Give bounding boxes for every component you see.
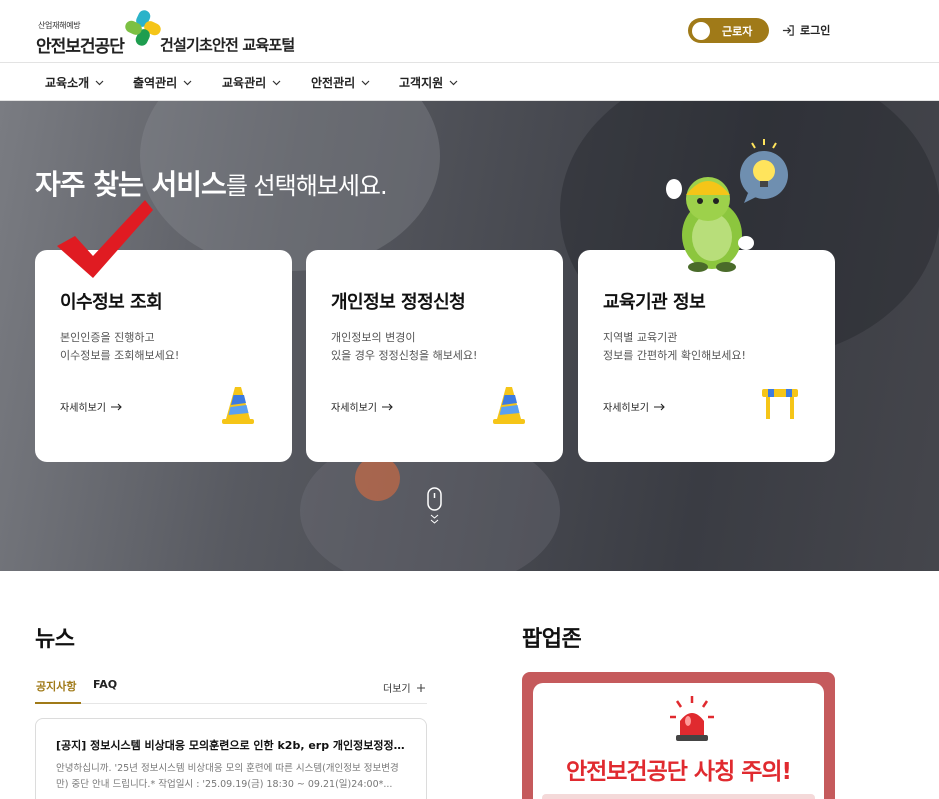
chevron-down-icon bbox=[361, 80, 370, 85]
siren-icon bbox=[670, 696, 714, 741]
toggle-knob bbox=[692, 21, 710, 40]
card-title: 교육기관 정보 bbox=[603, 292, 706, 313]
news-more-link[interactable]: 더보기 bbox=[383, 680, 426, 695]
tab-notice[interactable]: 공지사항 bbox=[36, 678, 76, 694]
card-more-link[interactable]: 자세히보기 bbox=[331, 399, 393, 414]
hero-title: 자주 찾는 서비스를 선택해보세요. bbox=[35, 163, 388, 203]
chevron-down-icon bbox=[272, 80, 281, 85]
notice-body: 안녕하십니까. '25년 정보시스템 비상대응 모의 훈련에 따른 시스템(개인… bbox=[56, 763, 399, 790]
login-label: 로그인 bbox=[800, 24, 831, 37]
hero-background-spark bbox=[355, 456, 400, 501]
logo-org-name: 안전보건공단 bbox=[36, 37, 125, 57]
popup-banner-content: 안전보건공단 사칭 주의! bbox=[533, 683, 824, 799]
card-more-label: 자세히보기 bbox=[331, 403, 377, 414]
chevron-down-icon bbox=[183, 80, 192, 85]
turtle-mascot-icon bbox=[666, 139, 788, 272]
card-more-label: 자세히보기 bbox=[603, 403, 649, 414]
nav-item-label: 안전관리 bbox=[311, 76, 356, 90]
card-description-line: 있을 경우 정정신청을 해보세요! bbox=[331, 349, 478, 362]
card-title: 이수정보 조회 bbox=[60, 292, 163, 313]
card-description-line: 지역별 교육기관 bbox=[603, 331, 678, 344]
news-more-label: 더보기 bbox=[383, 684, 411, 695]
nav-item-label: 출역관리 bbox=[133, 76, 178, 90]
plus-icon bbox=[416, 683, 425, 692]
site-header: 산업재해예방 안전보건공단 건설기초안전 교육포털 근로자 로그인 bbox=[0, 0, 939, 62]
arrow-right-icon bbox=[382, 403, 393, 410]
card-description: 본인인증을 진행하고 이수정보를 조회해보세요! bbox=[60, 329, 179, 365]
nav-item-safety[interactable]: 안전관리 bbox=[311, 74, 370, 91]
worker-mode-toggle[interactable]: 근로자 bbox=[688, 18, 769, 43]
notice-title: [공지] 정보시스템 비상대응 모의훈련으로 인한 k2b, erp 개인정보정… bbox=[56, 739, 406, 752]
notice-item[interactable]: [공지] 정보시스템 비상대응 모의훈련으로 인한 k2b, erp 개인정보정… bbox=[35, 718, 427, 799]
chevron-down-icon bbox=[95, 80, 104, 85]
worker-toggle-label: 근로자 bbox=[722, 25, 753, 38]
main-navigation: 교육소개 출역관리 교육관리 안전관리 고객지원 bbox=[0, 62, 939, 101]
card-description-line: 개인정보의 변경이 bbox=[331, 331, 416, 344]
popup-zone-title: 팝업존 bbox=[522, 627, 582, 652]
nav-item-support[interactable]: 고객지원 bbox=[399, 74, 458, 91]
popup-headline: 안전보건공단 사칭 주의! bbox=[565, 759, 792, 785]
popup-decor-strip bbox=[542, 794, 815, 799]
nav-item-attendance[interactable]: 출역관리 bbox=[133, 74, 192, 91]
card-description-line: 정보를 간편하게 확인해보세요! bbox=[603, 349, 746, 362]
card-more-link[interactable]: 자세히보기 bbox=[60, 399, 122, 414]
nav-item-edu-manage[interactable]: 교육관리 bbox=[222, 74, 281, 91]
logo-tagline: 산업재해예방 bbox=[38, 21, 81, 30]
login-link[interactable]: 로그인 bbox=[782, 22, 830, 38]
hero-title-rest: 를 선택해보세요. bbox=[225, 172, 388, 200]
hero-title-bold: 자주 찾는 서비스 bbox=[35, 168, 227, 201]
nav-item-label: 고객지원 bbox=[399, 76, 444, 90]
news-tab-divider bbox=[35, 703, 427, 704]
nav-item-label: 교육소개 bbox=[45, 76, 90, 90]
card-title: 개인정보 정정신청 bbox=[331, 292, 466, 313]
card-description: 개인정보의 변경이 있을 경우 정정신청을 해보세요! bbox=[331, 329, 477, 365]
kosha-cross-logo-icon bbox=[125, 10, 161, 46]
chevron-down-icon bbox=[449, 80, 458, 85]
hero-section: 자주 찾는 서비스를 선택해보세요. 이수정보 조회 본인인증을 진행하고 이수… bbox=[0, 101, 939, 571]
scroll-down-icon[interactable] bbox=[426, 487, 443, 529]
traffic-cone-icon bbox=[493, 387, 525, 424]
service-card-completion[interactable]: 이수정보 조회 본인인증을 진행하고 이수정보를 조회해보세요! 자세히보기 bbox=[35, 250, 292, 462]
service-card-institution[interactable]: 교육기관 정보 지역별 교육기관 정보를 간편하게 확인해보세요! 자세히보기 bbox=[578, 250, 835, 462]
news-section-title: 뉴스 bbox=[35, 627, 75, 652]
barrier-icon bbox=[762, 389, 798, 419]
arrow-right-icon bbox=[111, 403, 122, 410]
card-more-link[interactable]: 자세히보기 bbox=[603, 399, 665, 414]
tab-faq[interactable]: FAQ bbox=[93, 678, 117, 691]
portal-name: 건설기초안전 교육포털 bbox=[160, 36, 295, 54]
card-more-label: 자세히보기 bbox=[60, 403, 106, 414]
checkmark-icon bbox=[57, 200, 153, 278]
nav-item-edu-intro[interactable]: 교육소개 bbox=[45, 74, 104, 91]
arrow-right-icon bbox=[654, 403, 665, 410]
popup-banner[interactable]: 안전보건공단 사칭 주의! bbox=[522, 672, 835, 799]
traffic-cone-icon bbox=[222, 387, 254, 424]
card-description-line: 본인인증을 진행하고 bbox=[60, 331, 155, 344]
login-icon bbox=[782, 24, 794, 36]
active-tab-indicator bbox=[35, 702, 81, 704]
service-card-correction[interactable]: 개인정보 정정신청 개인정보의 변경이 있을 경우 정정신청을 해보세요! 자세… bbox=[306, 250, 563, 462]
nav-item-label: 교육관리 bbox=[222, 76, 267, 90]
card-description: 지역별 교육기관 정보를 간편하게 확인해보세요! bbox=[603, 329, 746, 365]
card-description-line: 이수정보를 조회해보세요! bbox=[60, 349, 180, 362]
